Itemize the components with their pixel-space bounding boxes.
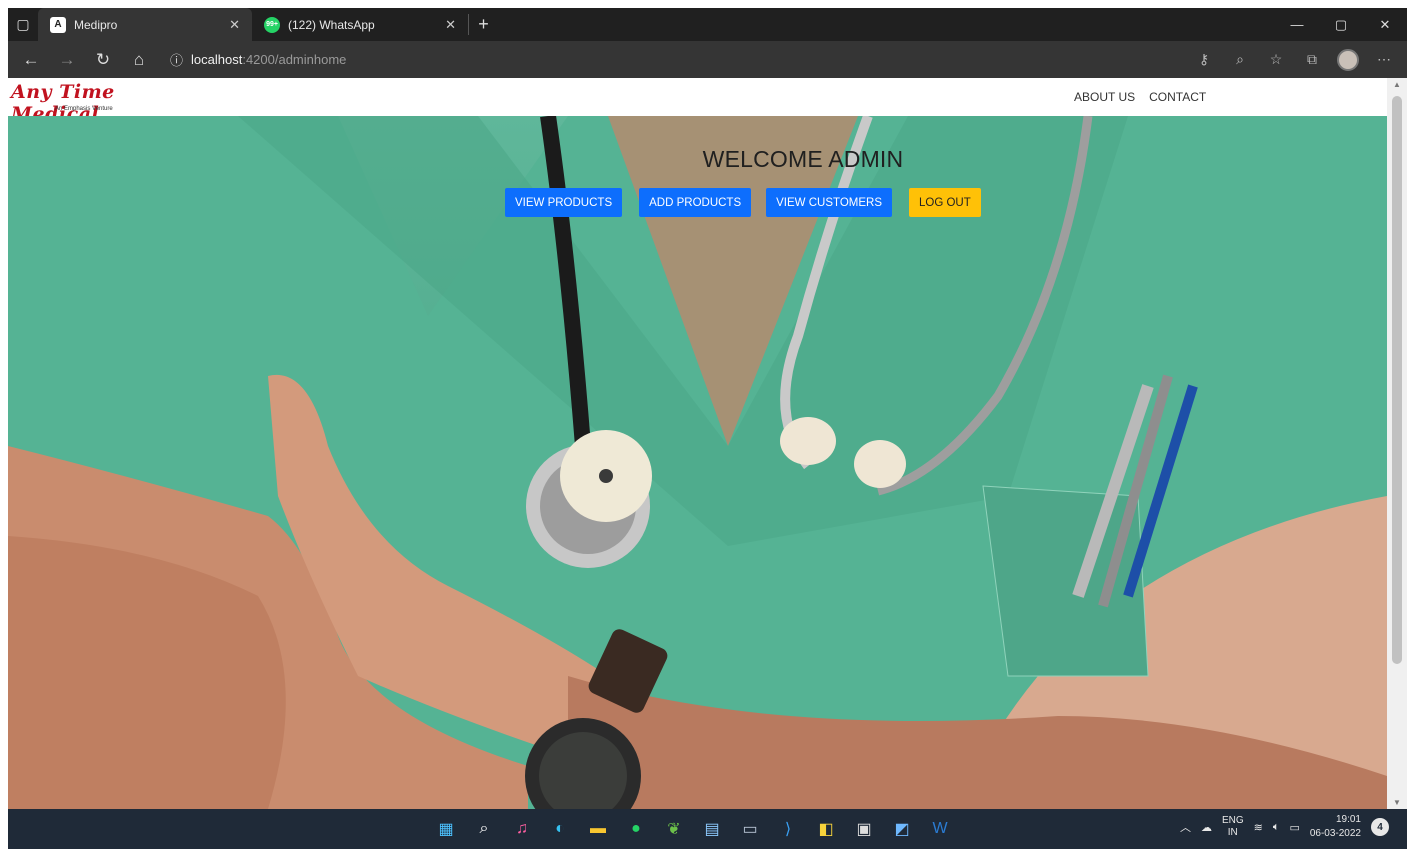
page-scrollbar[interactable]: ▲ ▼ <box>1387 78 1407 809</box>
url-host: localhost <box>191 52 243 67</box>
time-text: 19:01 <box>1335 814 1361 825</box>
wifi-icon[interactable]: ≋ <box>1254 821 1263 834</box>
tab-medipro[interactable]: A Medipro ✕ <box>38 8 252 41</box>
site-navbar: Any Time Medical An Emphasis Venture ABO… <box>8 78 1387 125</box>
nav-contact-link[interactable]: CONTACT <box>1149 90 1206 104</box>
collections-icon[interactable]: ⧉ <box>1297 45 1327 75</box>
image-viewer-icon[interactable]: ▭ <box>736 815 764 843</box>
view-products-button[interactable]: VIEW PRODUCTS <box>505 188 623 217</box>
word-icon[interactable]: W <box>926 815 954 843</box>
nav-about-link[interactable]: ABOUT US <box>1074 90 1135 104</box>
angular-icon: A <box>50 16 66 33</box>
file-explorer-icon[interactable]: ▬ <box>584 815 612 843</box>
tab-whatsapp[interactable]: 99+ (122) WhatsApp ✕ <box>252 8 468 41</box>
forward-icon[interactable]: → <box>52 45 82 75</box>
search-icon[interactable]: ⌕ <box>470 815 498 843</box>
notepad-icon[interactable]: ▤ <box>698 815 726 843</box>
edge-icon[interactable]: ◐ <box>546 815 574 843</box>
welcome-heading: WELCOME ADMIN <box>702 146 904 172</box>
itunes-icon[interactable]: ♫ <box>508 815 536 843</box>
more-menu-icon[interactable]: ⋯ <box>1369 45 1399 75</box>
add-products-button[interactable]: ADD PRODUCTS <box>639 188 752 217</box>
button-gap <box>622 188 639 217</box>
language-indicator[interactable]: ENG IN <box>1222 815 1244 839</box>
tab-title: (122) WhatsApp <box>288 17 375 32</box>
cloud-icon[interactable]: ☁ <box>1201 821 1212 834</box>
minimize-icon[interactable]: — <box>1275 17 1319 32</box>
url-path: :4200/adminhome <box>242 52 347 67</box>
info-icon[interactable]: ⓘ <box>170 50 183 69</box>
profile-button[interactable] <box>1333 45 1363 75</box>
close-tab-icon[interactable]: ✕ <box>229 17 240 33</box>
key-icon[interactable]: ⚷ <box>1189 45 1219 75</box>
avatar <box>1337 48 1359 71</box>
view-customers-button[interactable]: VIEW CUSTOMERS <box>766 188 892 217</box>
close-window-icon[interactable]: ✕ <box>1363 17 1407 33</box>
web-page: Any Time Medical An Emphasis Venture ABO… <box>8 78 1387 809</box>
vscode-icon[interactable]: ⟩ <box>774 815 802 843</box>
lang-bottom: IN <box>1227 827 1238 838</box>
browser-tab-strip: ▢ A Medipro ✕ 99+ (122) WhatsApp ✕ + — ▢… <box>8 8 1407 41</box>
favorite-star-icon[interactable]: ☆ <box>1261 45 1291 75</box>
hero-section: WELCOME ADMIN VIEW PRODUCTS ADD PRODUCTS… <box>8 116 1387 809</box>
zoom-icon[interactable]: ⌕ <box>1225 45 1255 75</box>
notification-badge[interactable]: 4 <box>1371 818 1389 836</box>
photos-icon[interactable]: ◩ <box>888 815 916 843</box>
home-icon[interactable]: ⌂ <box>124 45 154 75</box>
admin-action-buttons: VIEW PRODUCTS ADD PRODUCTS VIEW CUSTOMER… <box>505 188 981 217</box>
hero-background-image <box>8 116 1387 809</box>
scrollbar-thumb[interactable] <box>1392 96 1402 664</box>
battery-icon[interactable]: ▭ <box>1289 821 1299 834</box>
restore-icon[interactable]: ▢ <box>1319 17 1363 33</box>
scroll-up-icon[interactable]: ▲ <box>1387 80 1407 89</box>
volume-icon[interactable]: 🔈︎ <box>1273 821 1280 834</box>
start-icon[interactable]: ▦ <box>432 815 460 843</box>
chevron-up-icon[interactable]: ︿ <box>1180 819 1191 835</box>
url-input[interactable]: ⓘ localhost:4200/adminhome <box>160 45 1183 75</box>
taskbar-apps: ▦ ⌕ ♫ ◐ ▬ ● ❦ ▤ ▭ ⟩ ◧ ▣ ◩ W <box>432 815 954 843</box>
nav-links: ABOUT US CONTACT <box>1074 90 1206 104</box>
whatsapp-icon: 99+ <box>264 16 280 33</box>
close-tab-icon[interactable]: ✕ <box>445 17 456 33</box>
whatsapp-icon[interactable]: ● <box>622 815 650 843</box>
windows-taskbar: ▦ ⌕ ♫ ◐ ▬ ● ❦ ▤ ▭ ⟩ ◧ ▣ ◩ W ︿ ☁ ENG IN ≋… <box>8 809 1407 849</box>
logout-button[interactable]: LOG OUT <box>909 188 981 217</box>
button-gap <box>751 188 766 217</box>
date-text: 06-03-2022 <box>1309 828 1361 839</box>
logo-tagline: An Emphasis Venture <box>55 106 113 112</box>
terminal-icon[interactable]: ▣ <box>850 815 878 843</box>
back-icon[interactable]: ← <box>16 45 46 75</box>
site-logo[interactable]: Any Time Medical An Emphasis Venture <box>11 81 181 125</box>
scroll-down-icon[interactable]: ▼ <box>1387 798 1407 807</box>
clock[interactable]: 19:01 06-03-2022 <box>1310 813 1361 841</box>
lang-top: ENG <box>1221 815 1244 826</box>
refresh-icon[interactable]: ↻ <box>88 45 118 75</box>
button-gap <box>892 188 909 217</box>
tab-actions-icon[interactable]: ▢ <box>8 8 38 41</box>
leaf-app-icon[interactable]: ❦ <box>660 815 688 843</box>
sticky-notes-icon[interactable]: ◧ <box>812 815 840 843</box>
address-bar: ← → ↻ ⌂ ⓘ localhost:4200/adminhome ⚷ ⌕ ☆… <box>8 41 1407 78</box>
new-tab-button[interactable]: + <box>468 14 498 35</box>
screen: ▢ A Medipro ✕ 99+ (122) WhatsApp ✕ + — ▢… <box>0 0 1407 849</box>
system-tray: ︿ ☁ ENG IN ≋ 🔈︎ ▭ 19:01 06-03-2022 4 <box>1180 813 1389 841</box>
tab-title: Medipro <box>74 17 118 32</box>
